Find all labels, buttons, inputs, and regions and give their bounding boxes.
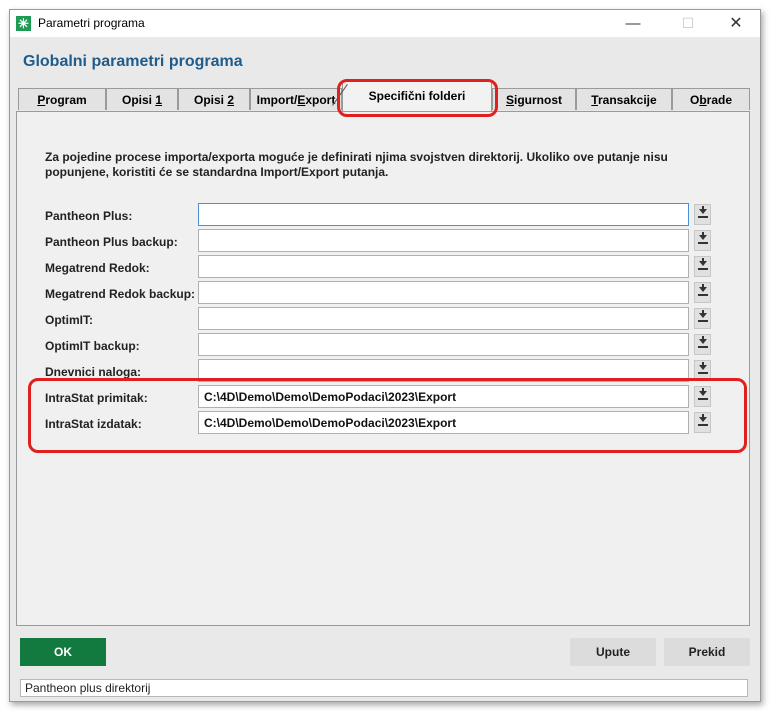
label-optimit: OptimIT: xyxy=(45,313,93,327)
minimize-button[interactable]: — xyxy=(610,10,656,37)
label-megatrend-redok: Megatrend Redok: xyxy=(45,261,150,275)
specificni-folderi-panel: Za pojedine procese importa/exporta mogu… xyxy=(16,111,750,626)
upute-button[interactable]: Upute xyxy=(570,638,656,666)
ok-button[interactable]: OK xyxy=(20,638,106,666)
title-bar: ✳ Parametri programa — ☐ ✕ xyxy=(10,10,760,37)
intrastat-highlight xyxy=(28,378,747,453)
tab-sigurnost[interactable]: Sigurnost xyxy=(492,88,576,110)
megatrend-redok-backup-path-input[interactable] xyxy=(198,281,689,304)
megatrend-redok-path-input[interactable] xyxy=(198,255,689,278)
window-title: Parametri programa xyxy=(38,16,145,30)
megatrend-redok-backup-browse-button[interactable] xyxy=(694,282,711,303)
window: ✳ Parametri programa — ☐ ✕ Globalni para… xyxy=(9,9,761,702)
tab-highlight xyxy=(337,79,498,117)
status-bar: Pantheon plus direktorij xyxy=(20,679,748,697)
pantheon-plus-backup-path-input[interactable] xyxy=(198,229,689,252)
tab-transakcije[interactable]: Transakcije xyxy=(576,88,672,110)
label-dnevnici-naloga: Dnevnici naloga: xyxy=(45,365,142,379)
panel-description: Za pojedine procese importa/exporta mogu… xyxy=(45,150,668,179)
tab-opisi-2[interactable]: Opisi 2 xyxy=(178,88,250,110)
tab-opisi-1[interactable]: Opisi 1 xyxy=(106,88,178,110)
label-megatrend-redok-backup: Megatrend Redok backup: xyxy=(45,287,196,301)
pantheon-plus-backup-browse-button[interactable] xyxy=(694,230,711,251)
tab-import-export[interactable]: Import/Export xyxy=(250,88,342,110)
optimit-browse-button[interactable] xyxy=(694,308,711,329)
megatrend-redok-browse-button[interactable] xyxy=(694,256,711,277)
label-pantheon-plus: Pantheon Plus: xyxy=(45,209,133,223)
app-icon: ✳ xyxy=(16,16,31,31)
prekid-button[interactable]: Prekid xyxy=(664,638,750,666)
tab-obrade[interactable]: Obrade xyxy=(672,88,750,110)
optimit-backup-browse-button[interactable] xyxy=(694,334,711,355)
label-optimit-backup: OptimIT backup: xyxy=(45,339,140,353)
tab-program[interactable]: Program xyxy=(18,88,106,110)
pantheon-plus-browse-button[interactable] xyxy=(694,204,711,225)
label-pantheon-plus-backup: Pantheon Plus backup: xyxy=(45,235,178,249)
optimit-backup-path-input[interactable] xyxy=(198,333,689,356)
page-title: Globalni parametri programa xyxy=(23,53,243,70)
optimit-path-input[interactable] xyxy=(198,307,689,330)
close-button[interactable]: ✕ xyxy=(713,10,759,37)
pantheon-plus-path-input[interactable] xyxy=(198,203,689,226)
maximize-button[interactable]: ☐ xyxy=(665,10,711,37)
